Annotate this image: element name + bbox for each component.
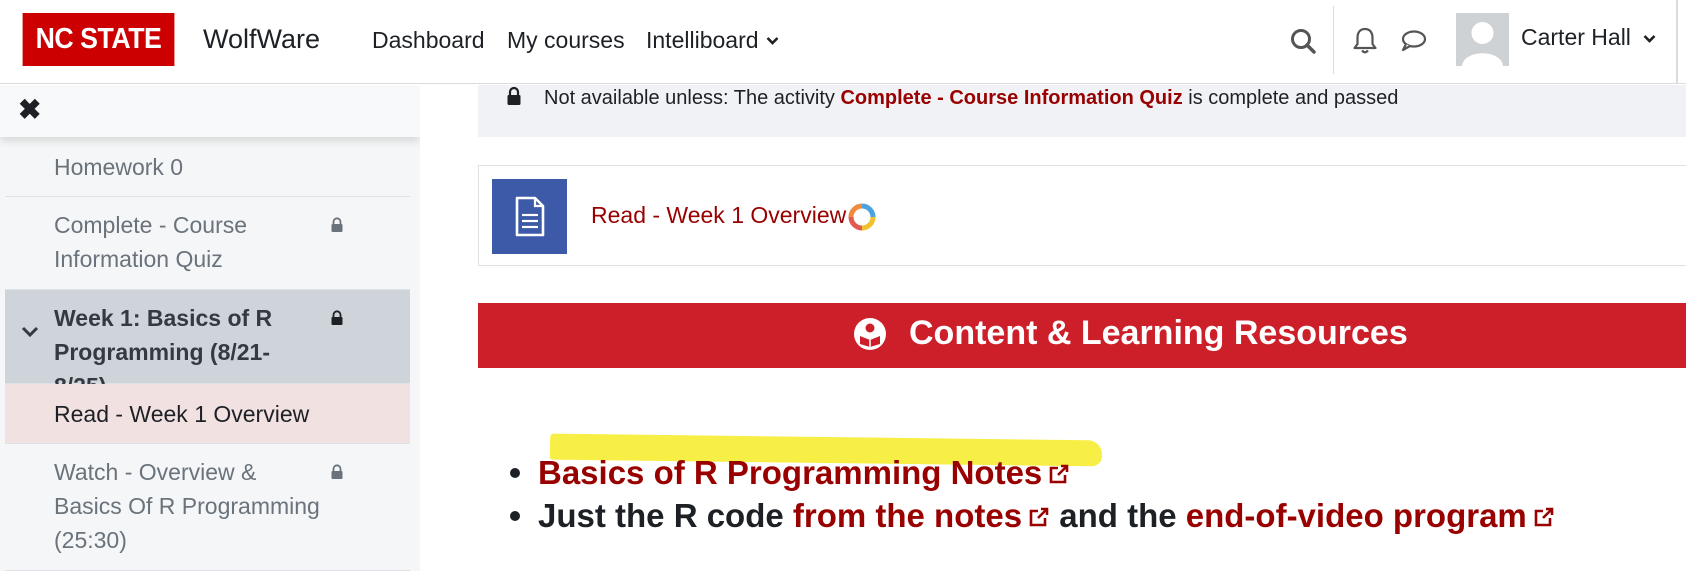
course-index-item-course-info-quiz[interactable]: Complete - Course Information Quiz (5, 197, 410, 290)
avatar[interactable] (1456, 13, 1509, 66)
page-edge-divider (1676, 0, 1678, 84)
item-prefix-text: Just the R code (538, 497, 793, 534)
r-notes-link-text: Basics of R Programming Notes (538, 454, 1043, 491)
lock-icon (331, 217, 343, 232)
external-link-icon (1049, 464, 1069, 484)
section-label-line1: Week 1: Basics of R (54, 305, 273, 331)
navbar-divider (1333, 6, 1334, 74)
top-navbar: NC STATE WolfWare Dashboard My courses I… (0, 0, 1686, 84)
close-icon[interactable]: ✖ (18, 93, 41, 126)
activity-item-read-week-1-overview: Read - Week 1 Overview (478, 165, 1686, 266)
nav-my-courses-link[interactable]: My courses (507, 27, 625, 54)
course-index-item-watch-overview[interactable]: Watch - Overview & Basics Of R Programmi… (5, 444, 410, 571)
course-index-item-read-week-1-overview[interactable]: Read - Week 1 Overview (5, 384, 410, 444)
item-middle-text: and the (1050, 497, 1186, 534)
banner-title: Content & Learning Resources (909, 314, 1408, 352)
content-resources-banner: Content & Learning Resources (478, 303, 1686, 368)
end-of-video-program-link[interactable]: end-of-video program (1186, 497, 1555, 534)
activity-icon-tile (492, 179, 567, 254)
list-item: Basics of R Programming Notes (510, 433, 1686, 494)
course-content: Not available unless: The activity Compl… (478, 85, 1686, 571)
nav-dashboard-label: Dashboard (372, 27, 485, 53)
search-icon[interactable] (1286, 24, 1320, 58)
course-index-item-label: Read - Week 1 Overview (54, 401, 310, 427)
nav-dashboard-link[interactable]: Dashboard (372, 27, 485, 54)
restriction-text: Not available unless: The activity Compl… (544, 87, 1398, 110)
user-name: Carter Hall (1521, 24, 1631, 50)
chevron-down-icon (766, 37, 778, 45)
restriction-suffix: is complete and passed (1182, 87, 1399, 109)
reading-person-icon (854, 318, 886, 350)
activity-link[interactable]: Read - Week 1 Overview (591, 202, 846, 229)
course-index-item-label: Homework 0 (54, 154, 184, 180)
r-code-notes-link[interactable]: from the notes (793, 497, 1050, 534)
course-index-item-homework-0[interactable]: Homework 0 (5, 137, 410, 197)
lock-icon (331, 464, 343, 479)
course-index-item-label-line1: Complete - Course (54, 212, 248, 238)
document-icon (515, 196, 545, 237)
nc-state-logo[interactable]: NC STATE (22, 13, 175, 66)
lock-icon (331, 310, 343, 325)
end-of-video-program-link-text: end-of-video program (1185, 497, 1527, 534)
r-notes-link[interactable]: Basics of R Programming Notes (538, 454, 1070, 491)
chevron-down-icon[interactable] (20, 322, 40, 342)
lock-icon (507, 86, 521, 105)
nav-my-courses-label: My courses (507, 27, 625, 53)
external-link-icon (1534, 507, 1554, 527)
site-name[interactable]: WolfWare (203, 24, 320, 55)
chat-icon[interactable] (1396, 24, 1430, 58)
drawer-header: ✖ (0, 85, 420, 137)
external-link-icon (1029, 507, 1049, 527)
default-user-icon (1462, 22, 1503, 66)
course-index-item-label-line1: Watch - Overview & (54, 459, 257, 485)
completion-status-icon[interactable] (848, 203, 876, 231)
course-index-drawer: ✖ Homework 0 Complete - Course Informati… (0, 85, 420, 571)
list-item: Just the R code from the notes and the e… (510, 494, 1686, 537)
course-index-item-label-line2: Basics Of R Programming (54, 493, 320, 519)
resource-list: Basics of R Programming Notes Just the R… (510, 433, 1686, 537)
restriction-prefix: Not available unless: The activity (544, 87, 841, 109)
course-index-section-week-1[interactable]: Week 1: Basics of R Programming (8/21-8/… (5, 290, 410, 399)
course-index-list: Homework 0 Complete - Course Information… (5, 137, 410, 571)
r-code-notes-link-text: from the notes (792, 497, 1023, 534)
restriction-notice: Not available unless: The activity Compl… (478, 85, 1686, 137)
required-activity-link[interactable]: Complete - Course Information Quiz (840, 87, 1182, 109)
user-menu-toggle[interactable]: Carter Hall (1521, 24, 1656, 51)
chevron-down-icon (1643, 35, 1656, 43)
nav-intelliboard-label: Intelliboard (646, 27, 759, 53)
course-index-item-label-line2: Information Quiz (54, 246, 223, 272)
bell-icon[interactable] (1348, 24, 1382, 58)
course-index-item-label-line3: (25:30) (54, 527, 127, 553)
nav-intelliboard-dropdown[interactable]: Intelliboard (646, 27, 779, 54)
